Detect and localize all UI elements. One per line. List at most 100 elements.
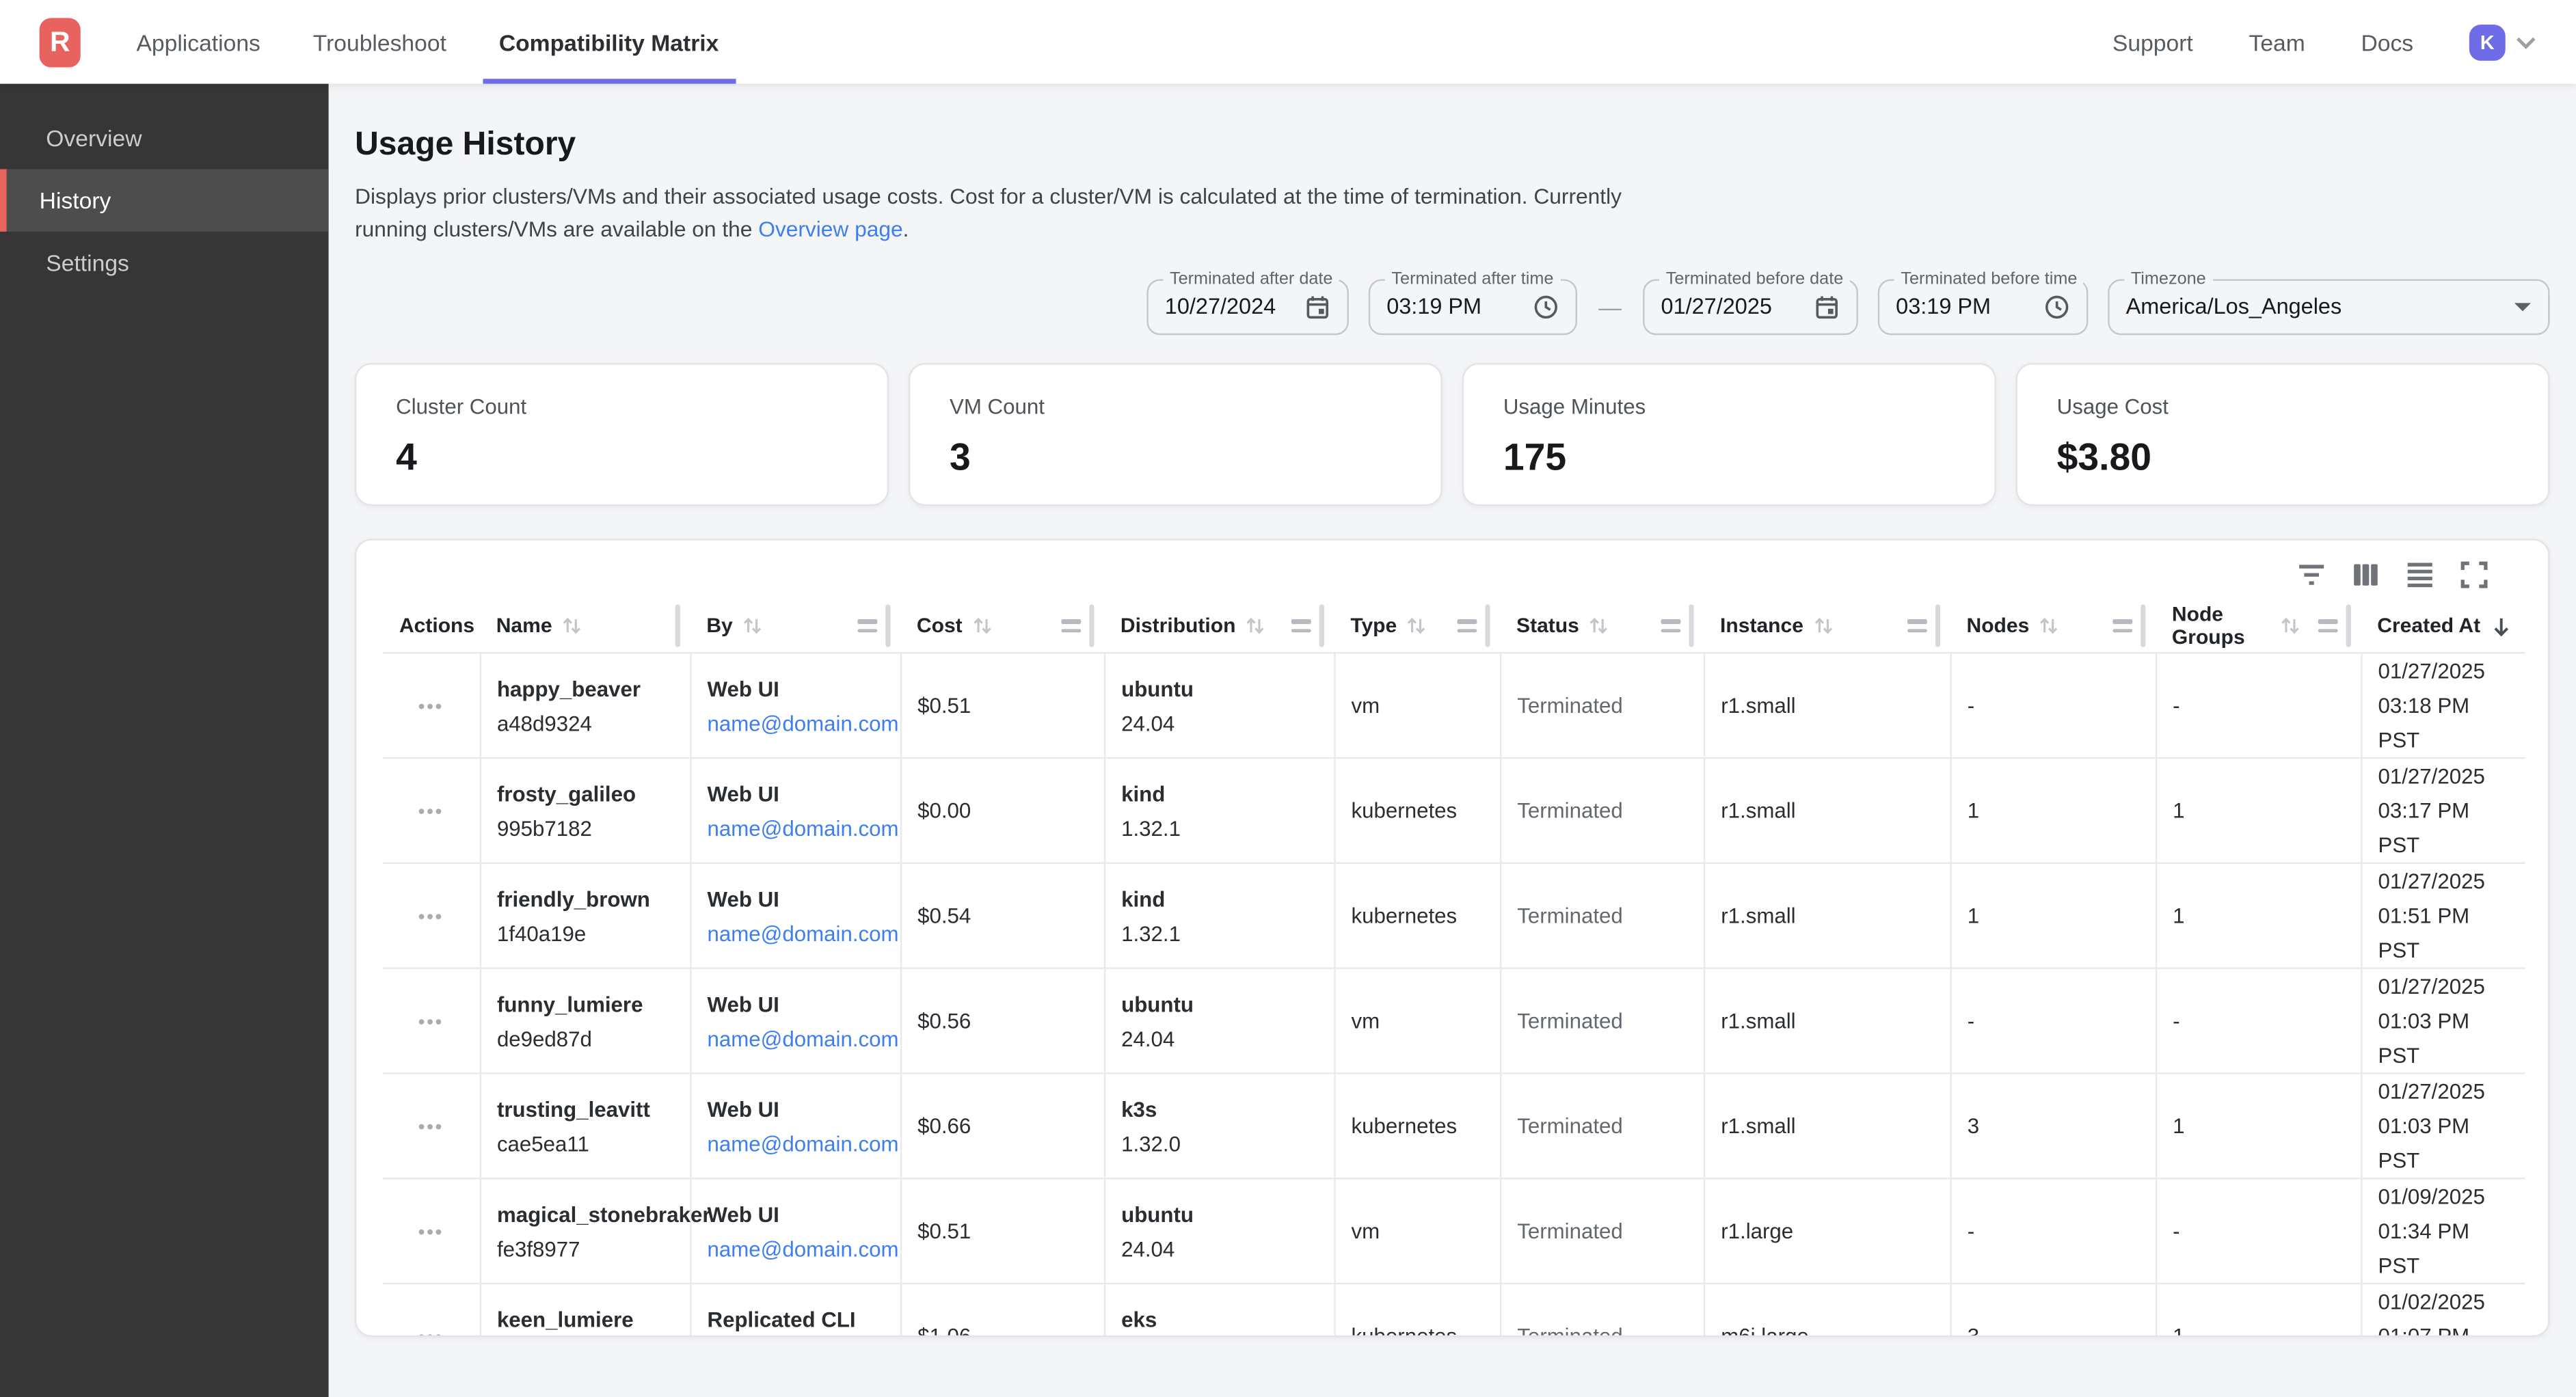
column-header-node-groups[interactable]: Node Groups bbox=[2156, 599, 2361, 653]
created-by-email-link[interactable]: name@domain.com bbox=[708, 811, 883, 845]
column-header-type[interactable]: Type bbox=[1334, 599, 1500, 653]
row-actions-button[interactable]: ••• bbox=[418, 1011, 444, 1034]
row-actions-button[interactable]: ••• bbox=[418, 800, 444, 824]
chevron-down-icon[interactable] bbox=[2515, 36, 2536, 49]
sort-icon[interactable] bbox=[1587, 614, 1611, 638]
column-resize-handle[interactable] bbox=[1484, 605, 1490, 647]
type-cell: kubernetes bbox=[1334, 864, 1500, 969]
caret-down-icon[interactable] bbox=[2514, 302, 2532, 312]
created-by-email-link[interactable]: name@domain.com bbox=[708, 1232, 883, 1266]
node-groups-value: - bbox=[2173, 1219, 2179, 1244]
column-label: Created At bbox=[2377, 614, 2480, 638]
actions-cell: ••• bbox=[383, 864, 480, 969]
distribution-name: ubuntu bbox=[1121, 1197, 1317, 1232]
nav-link-team[interactable]: Team bbox=[2249, 29, 2305, 55]
node-groups-cell: 1 bbox=[2156, 1074, 2361, 1179]
column-resize-handle[interactable] bbox=[1318, 605, 1324, 647]
calendar-icon[interactable] bbox=[1304, 294, 1330, 320]
name-cell: happy_beavera48d9324 bbox=[480, 653, 690, 759]
clock-icon[interactable] bbox=[2043, 294, 2069, 320]
sort-icon[interactable] bbox=[561, 614, 584, 638]
column-header-by[interactable]: By bbox=[690, 599, 900, 653]
column-header-instance[interactable]: Instance bbox=[1704, 599, 1950, 653]
terminated-after-date-input[interactable]: Terminated after date 10/27/2024 bbox=[1146, 279, 1349, 335]
created-by-email-link[interactable]: name@domain.com bbox=[708, 1022, 883, 1056]
row-actions-button[interactable]: ••• bbox=[418, 1221, 444, 1244]
column-drag-handle[interactable] bbox=[2112, 619, 2132, 632]
sort-icon[interactable] bbox=[971, 614, 994, 638]
node-groups-cell: 1 bbox=[2156, 864, 2361, 969]
sidebar-item-overview[interactable]: Overview bbox=[0, 107, 329, 169]
account-menu[interactable]: K bbox=[2469, 24, 2537, 60]
terminated-before-time-input[interactable]: Terminated before time 03:19 PM bbox=[1878, 279, 2089, 335]
column-header-nodes[interactable]: Nodes bbox=[1950, 599, 2155, 653]
column-drag-handle[interactable] bbox=[1291, 619, 1311, 632]
row-actions-button[interactable]: ••• bbox=[418, 1116, 444, 1139]
distribution-cell: ubuntu24.04 bbox=[1104, 653, 1334, 759]
column-drag-handle[interactable] bbox=[1907, 619, 1927, 632]
column-resize-handle[interactable] bbox=[1935, 605, 1940, 647]
show-hide-columns-icon[interactable] bbox=[2351, 560, 2380, 589]
column-drag-handle[interactable] bbox=[1456, 619, 1476, 632]
column-resize-handle[interactable] bbox=[1088, 605, 1094, 647]
created-by-email-link[interactable]: name@domain.com bbox=[708, 917, 883, 951]
filter-icon[interactable] bbox=[2297, 560, 2326, 589]
sort-icon[interactable] bbox=[1812, 614, 1835, 638]
row-actions-button[interactable]: ••• bbox=[418, 1326, 444, 1337]
column-drag-handle[interactable] bbox=[1660, 619, 1680, 632]
column-resize-handle[interactable] bbox=[674, 605, 680, 647]
sort-icon[interactable] bbox=[2037, 614, 2061, 638]
type-value: vm bbox=[1352, 694, 1380, 718]
row-actions-button[interactable]: ••• bbox=[418, 906, 444, 929]
column-header-name[interactable]: Name bbox=[480, 599, 690, 653]
clock-icon[interactable] bbox=[1533, 294, 1559, 320]
stat-value: $3.80 bbox=[2057, 435, 2509, 480]
node-groups-cell: - bbox=[2156, 969, 2361, 1074]
sidebar-item-history[interactable]: History bbox=[0, 169, 329, 232]
instance-value: r1.small bbox=[1721, 1114, 1795, 1139]
column-drag-handle[interactable] bbox=[1060, 619, 1080, 632]
usage-history-table: Actions Name By Cost Distribution Type S… bbox=[383, 599, 2525, 1337]
sort-icon[interactable] bbox=[2278, 614, 2301, 638]
sort-desc-icon[interactable] bbox=[2488, 614, 2513, 638]
timezone-select[interactable]: Timezone America/Los_Angeles bbox=[2108, 279, 2549, 335]
column-header-status[interactable]: Status bbox=[1500, 599, 1704, 653]
sort-icon[interactable] bbox=[1405, 614, 1428, 638]
sidebar-item-settings[interactable]: Settings bbox=[0, 232, 329, 294]
cluster-id: a48d9324 bbox=[497, 706, 673, 740]
field-value: America/Los_Angeles bbox=[2126, 295, 2501, 319]
nodes-cell: 3 bbox=[1950, 1284, 2155, 1337]
created-by-email-link[interactable]: name@domain.com bbox=[708, 706, 883, 740]
created-by-email-link[interactable]: name@domain.com bbox=[708, 1126, 883, 1161]
nav-link-support[interactable]: Support bbox=[2112, 29, 2193, 55]
fullscreen-icon[interactable] bbox=[2459, 560, 2488, 589]
sort-icon[interactable] bbox=[1244, 614, 1267, 638]
table-toolbar bbox=[356, 554, 2548, 599]
column-drag-handle[interactable] bbox=[857, 619, 876, 632]
stat-value: 175 bbox=[1503, 435, 1955, 480]
name-cell: trusting_leavittcae5ea11 bbox=[480, 1074, 690, 1179]
calendar-icon[interactable] bbox=[1814, 294, 1840, 320]
nav-link-docs[interactable]: Docs bbox=[2361, 29, 2413, 55]
row-actions-button[interactable]: ••• bbox=[418, 695, 444, 718]
overview-page-link[interactable]: Overview page bbox=[758, 217, 902, 242]
by-cell: Web UIname@domain.com bbox=[690, 653, 900, 759]
sort-icon[interactable] bbox=[741, 614, 764, 638]
column-header-created-at[interactable]: Created At bbox=[2361, 599, 2525, 653]
column-header-distribution[interactable]: Distribution bbox=[1104, 599, 1334, 653]
column-resize-handle[interactable] bbox=[2140, 605, 2145, 647]
replicated-logo[interactable]: R bbox=[40, 17, 81, 66]
column-resize-handle[interactable] bbox=[2345, 605, 2350, 647]
type-cell: kubernetes bbox=[1334, 1284, 1500, 1337]
column-resize-handle[interactable] bbox=[885, 605, 890, 647]
column-drag-handle[interactable] bbox=[2318, 619, 2337, 632]
column-resize-handle[interactable] bbox=[1688, 605, 1693, 647]
nav-tab-troubleshoot[interactable]: Troubleshoot bbox=[313, 0, 446, 84]
column-header-cost[interactable]: Cost bbox=[900, 599, 1104, 653]
nav-tab-compatibility-matrix[interactable]: Compatibility Matrix bbox=[499, 0, 719, 84]
avatar[interactable]: K bbox=[2469, 24, 2506, 60]
terminated-before-date-input[interactable]: Terminated before date 01/27/2025 bbox=[1643, 279, 1858, 335]
nav-tab-applications[interactable]: Applications bbox=[136, 0, 260, 84]
density-icon[interactable] bbox=[2405, 560, 2434, 589]
terminated-after-time-input[interactable]: Terminated after time 03:19 PM bbox=[1369, 279, 1577, 335]
